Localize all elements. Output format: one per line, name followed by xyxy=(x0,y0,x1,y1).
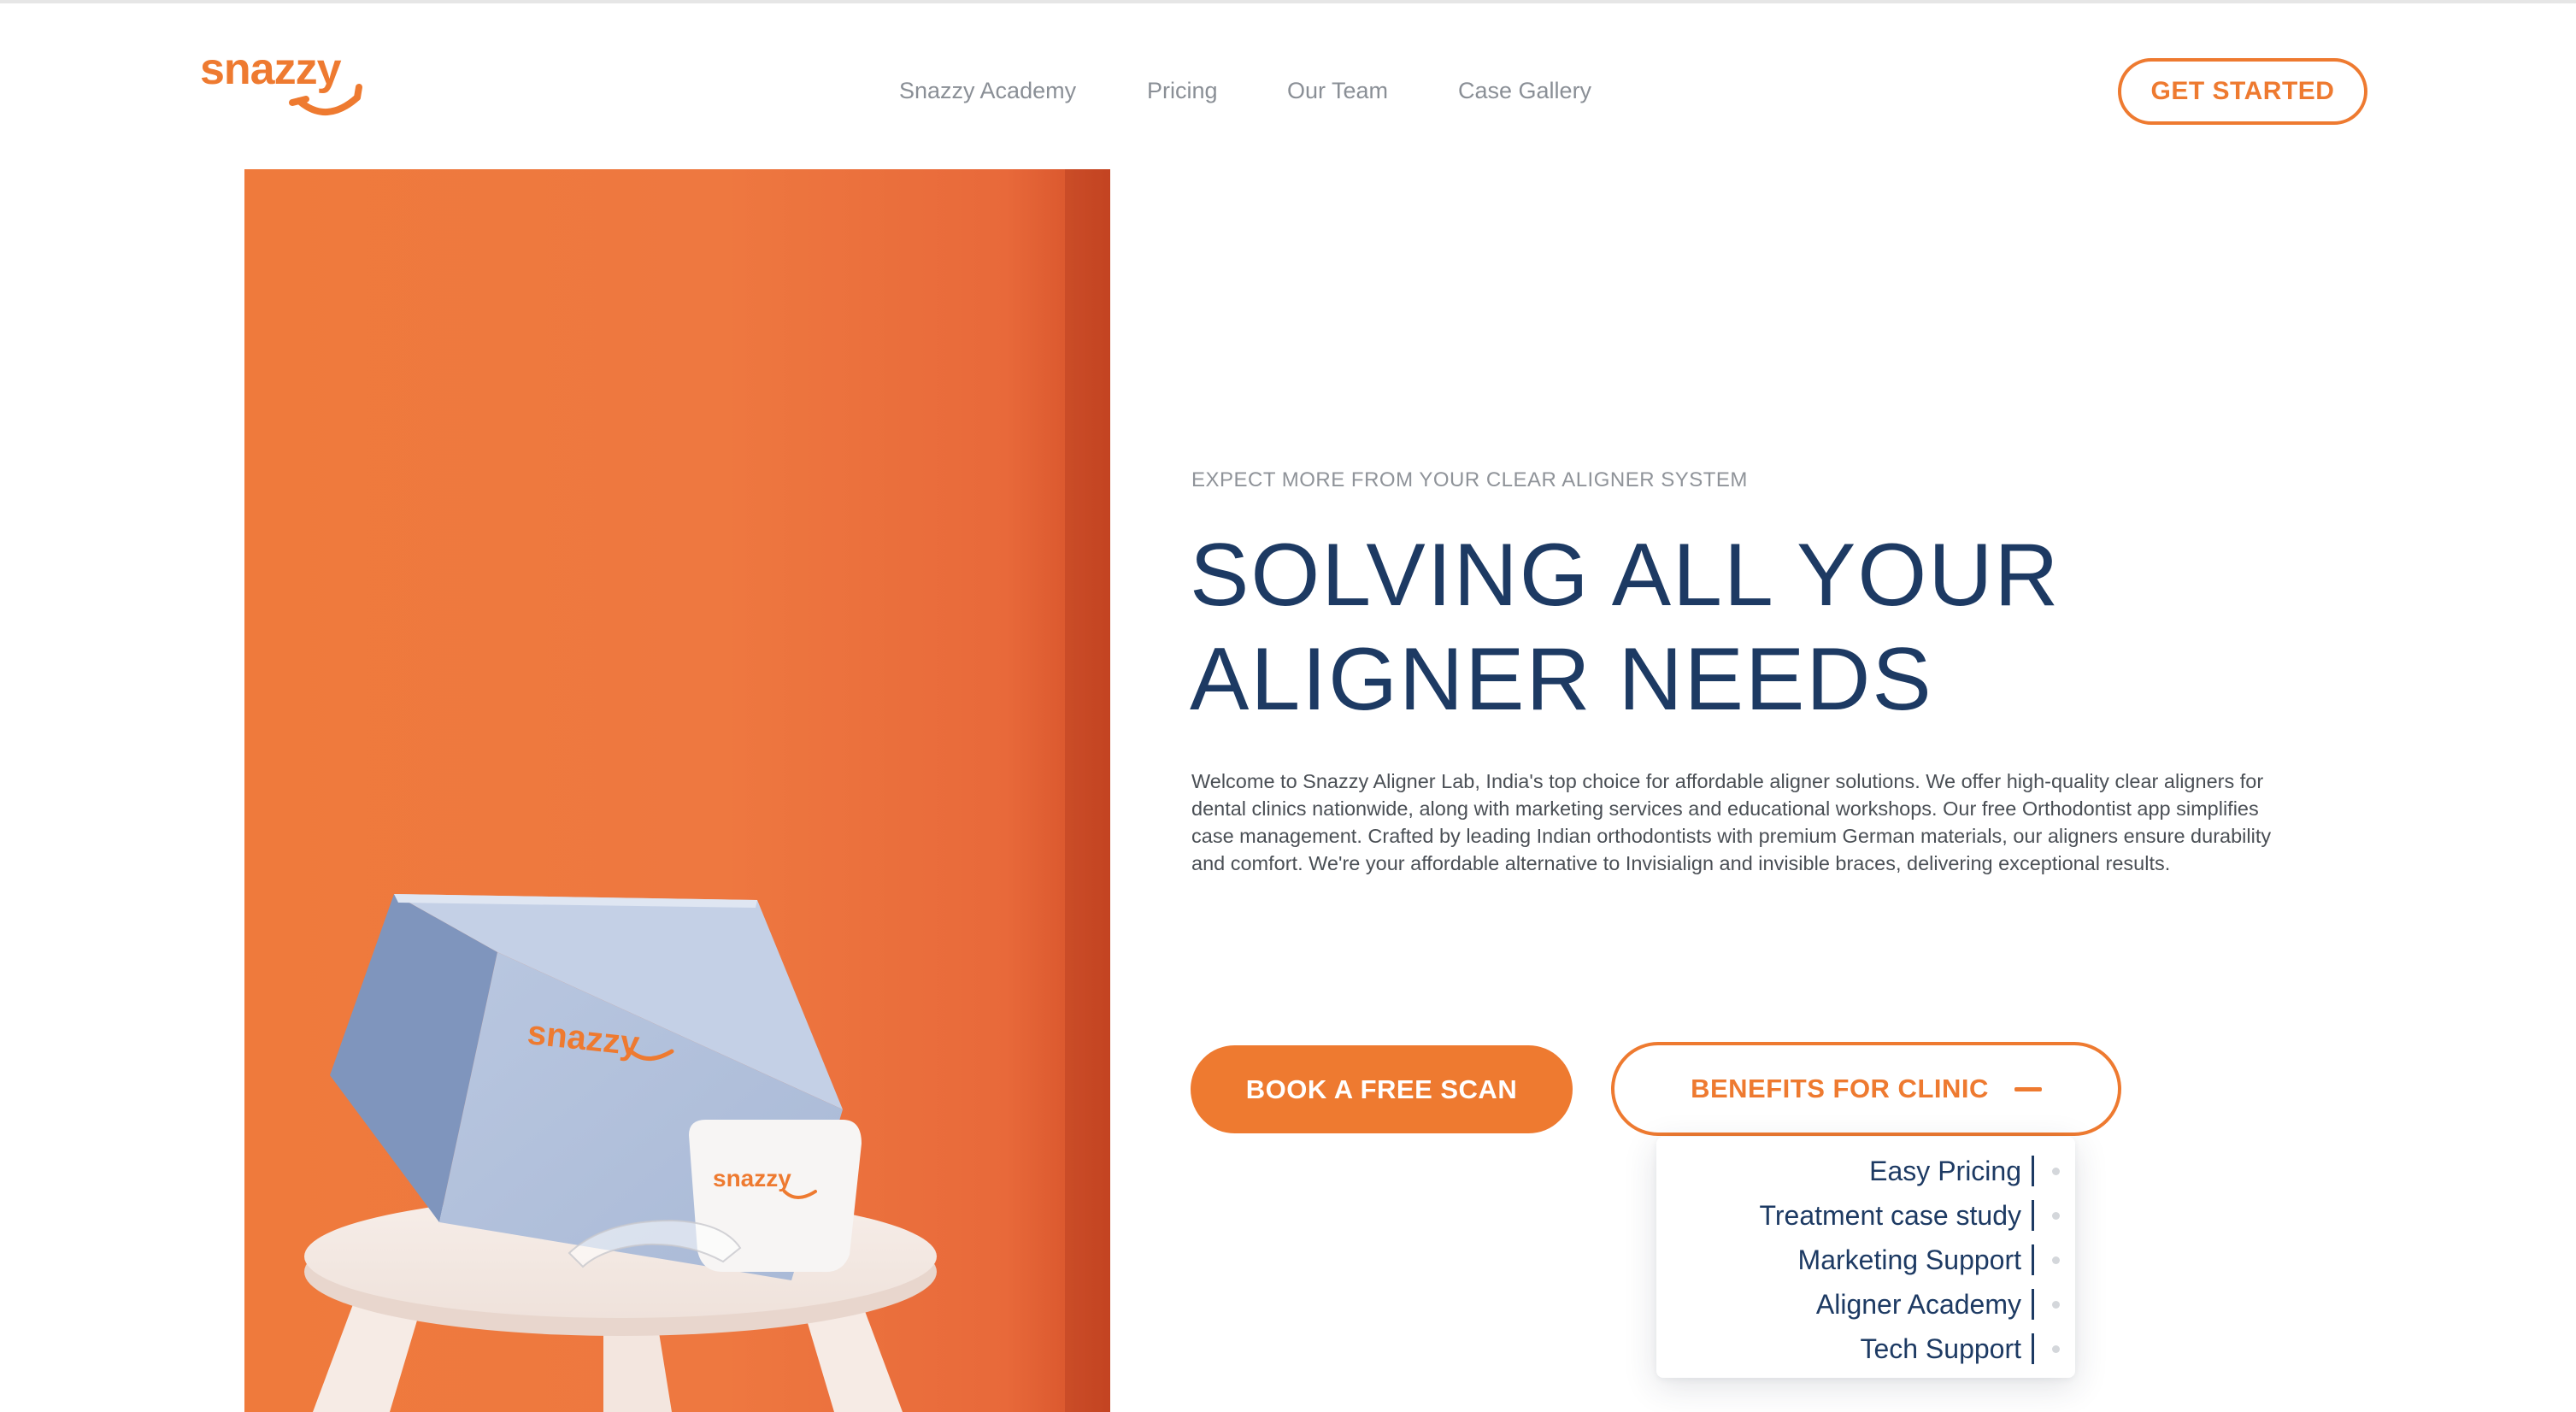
dropdown-item-treatment-case-study[interactable]: Treatment case study xyxy=(1759,1193,2060,1238)
dropdown-item-aligner-academy[interactable]: Aligner Academy xyxy=(1815,1282,2060,1327)
divider-bar xyxy=(2032,1289,2034,1320)
bullet-dot-icon xyxy=(2052,1301,2060,1309)
nav-link-snazzy-academy[interactable]: Snazzy Academy xyxy=(899,74,1076,108)
case-logo-text: snazzy xyxy=(713,1165,791,1191)
divider-bar xyxy=(2032,1244,2034,1275)
hero-headline: SOLVING ALL YOUR ALIGNER NEEDS xyxy=(1190,523,2215,732)
divider-bar xyxy=(2032,1156,2034,1186)
dropdown-item-marketing-support[interactable]: Marketing Support xyxy=(1797,1238,2060,1282)
dropdown-item-tech-support[interactable]: Tech Support xyxy=(1860,1327,2060,1371)
nav-link-our-team[interactable]: Our Team xyxy=(1287,74,1388,108)
book-free-scan-button[interactable]: BOOK A FREE SCAN xyxy=(1191,1045,1573,1133)
hero-description: Welcome to Snazzy Aligner Lab, India's t… xyxy=(1191,770,2272,874)
dropdown-item-label: Marketing Support xyxy=(1797,1244,2021,1275)
dropdown-item-label: Easy Pricing xyxy=(1869,1155,2021,1186)
hero-eyebrow: EXPECT MORE FROM YOUR CLEAR ALIGNER SYST… xyxy=(1191,468,1748,491)
divider-bar xyxy=(2032,1200,2034,1231)
divider-bar xyxy=(2032,1333,2034,1364)
nav-link-case-gallery[interactable]: Case Gallery xyxy=(1458,74,1591,108)
bullet-dot-icon xyxy=(2052,1212,2060,1220)
minus-icon xyxy=(2014,1086,2042,1091)
dropdown-item-label: Tech Support xyxy=(1860,1333,2021,1364)
benefits-for-clinic-label: BENEFITS FOR CLINIC xyxy=(1691,1074,1989,1103)
bullet-dot-icon xyxy=(2052,1345,2060,1353)
dropdown-item-easy-pricing[interactable]: Easy Pricing xyxy=(1869,1149,2060,1193)
benefits-dropdown: Easy Pricing Treatment case study Market… xyxy=(1656,1137,2075,1378)
get-started-button[interactable]: GET STARTED xyxy=(2118,58,2367,125)
benefits-for-clinic-button[interactable]: BENEFITS FOR CLINIC xyxy=(1611,1042,2121,1136)
hero-headline-line-1: SOLVING ALL YOUR xyxy=(1190,526,2061,625)
bullet-dot-icon xyxy=(2052,1256,2060,1264)
hero-product-image: snazzy snazzy xyxy=(244,169,1110,1412)
dropdown-item-label: Treatment case study xyxy=(1759,1199,2022,1231)
bullet-dot-icon xyxy=(2052,1168,2060,1175)
top-border xyxy=(0,0,2576,3)
dropdown-item-label: Aligner Academy xyxy=(1815,1288,2021,1320)
hero-headline-line-2: ALIGNER NEEDS xyxy=(1190,630,1933,729)
nav-link-pricing[interactable]: Pricing xyxy=(1147,74,1218,108)
